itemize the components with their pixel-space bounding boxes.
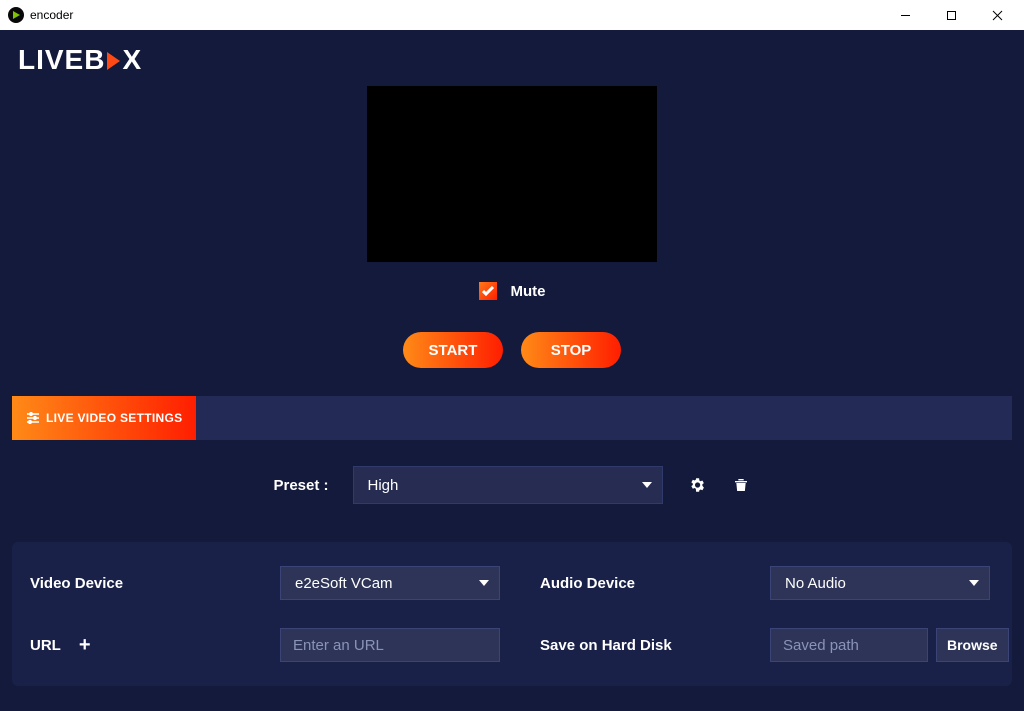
url-input[interactable]: [293, 637, 487, 654]
preset-select[interactable]: High: [353, 466, 663, 504]
logo-text-suffix: X: [122, 44, 142, 76]
minimize-button[interactable]: [882, 0, 928, 30]
audio-device-value: No Audio: [785, 575, 846, 592]
trash-icon: [733, 476, 749, 494]
mute-label: Mute: [511, 283, 546, 300]
tab-label: LIVE VIDEO SETTINGS: [46, 411, 182, 425]
audio-device-label: Audio Device: [510, 575, 760, 592]
logo-text-prefix: LIVEB: [18, 44, 105, 76]
stop-button[interactable]: STOP: [521, 332, 621, 368]
chevron-down-icon: [969, 580, 979, 586]
save-path-input[interactable]: [783, 637, 915, 654]
video-device-select[interactable]: e2eSoft VCam: [280, 566, 500, 600]
preset-label: Preset :: [273, 477, 328, 494]
logo-row: LIVEB X: [0, 30, 1024, 86]
window-controls: [882, 0, 1020, 30]
close-button[interactable]: [974, 0, 1020, 30]
action-row: START STOP: [403, 332, 621, 368]
audio-device-select[interactable]: No Audio: [770, 566, 990, 600]
save-path-input-wrap: [770, 628, 928, 662]
preset-settings-button[interactable]: [687, 475, 707, 495]
preset-value: High: [368, 477, 399, 494]
preset-delete-button[interactable]: [731, 475, 751, 495]
browse-button[interactable]: Browse: [936, 628, 1009, 662]
window-title: encoder: [30, 8, 73, 22]
mute-row: Mute: [479, 282, 546, 300]
chevron-down-icon: [642, 482, 652, 488]
maximize-button[interactable]: [928, 0, 974, 30]
app-root: LIVEB X Mute START STOP LIVE VIDEO SETTI…: [0, 30, 1024, 711]
chevron-down-icon: [479, 580, 489, 586]
logo-chevron-icon: [107, 52, 120, 70]
add-url-button[interactable]: +: [79, 635, 91, 655]
preset-row: Preset : High: [0, 466, 1024, 504]
url-label-cell: URL +: [30, 635, 270, 655]
video-preview: [367, 86, 657, 262]
device-panel: Video Device e2eSoft VCam Audio Device N…: [12, 542, 1012, 686]
preview-area: Mute START STOP: [0, 86, 1024, 368]
sliders-icon: [26, 412, 40, 424]
gear-icon: [688, 476, 706, 494]
url-input-wrap: [280, 628, 500, 662]
start-button[interactable]: START: [403, 332, 503, 368]
video-device-label: Video Device: [30, 575, 270, 592]
settings-tabstrip: LIVE VIDEO SETTINGS: [12, 396, 1012, 440]
mute-checkbox[interactable]: [479, 282, 497, 300]
tab-live-video-settings[interactable]: LIVE VIDEO SETTINGS: [12, 396, 196, 440]
url-label: URL: [30, 637, 61, 654]
window-titlebar: encoder: [0, 0, 1024, 30]
video-device-value: e2eSoft VCam: [295, 575, 393, 592]
save-path-cell: Browse: [770, 628, 1009, 662]
app-icon: [8, 7, 24, 23]
save-on-disk-label: Save on Hard Disk: [510, 637, 760, 654]
logo: LIVEB X: [18, 44, 1006, 76]
